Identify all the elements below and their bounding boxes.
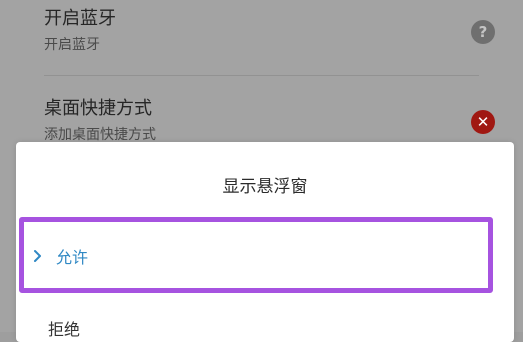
chevron-right-icon [34,250,41,262]
help-icon[interactable]: ? [471,20,495,44]
bluetooth-subtitle: 开启蓝牙 [44,37,100,53]
error-icon[interactable]: ✕ [471,110,495,134]
option-allow[interactable]: 允许 [19,217,493,293]
shortcut-title: 桌面快捷方式 [44,98,152,119]
option-deny[interactable]: 拒绝 [48,320,80,340]
setting-row-bluetooth[interactable]: 开启蓝牙 开启蓝牙 ? [0,0,523,76]
dialog-title: 显示悬浮窗 [222,177,308,197]
option-allow-label: 允许 [56,248,89,267]
bluetooth-title: 开启蓝牙 [44,8,116,29]
floating-window-dialog: 显示悬浮窗 允许 拒绝 [16,142,514,342]
